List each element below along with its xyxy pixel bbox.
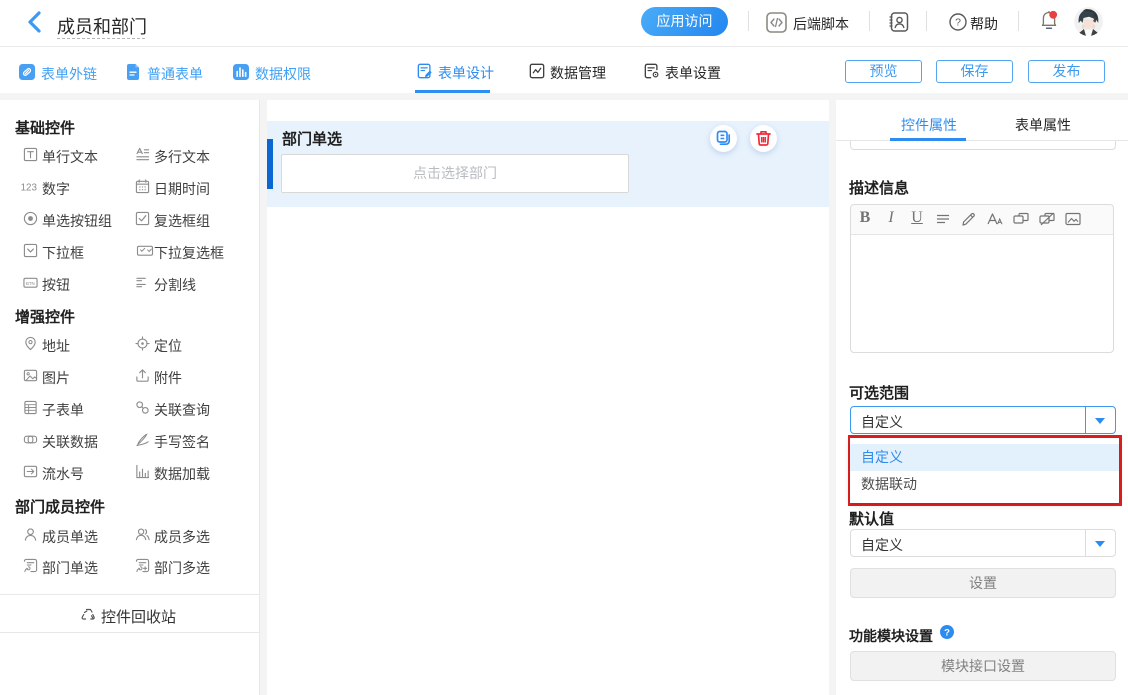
svg-text:BTN: BTN (26, 281, 35, 286)
svg-text:123: 123 (21, 183, 38, 194)
svg-text:?: ? (944, 628, 950, 639)
svg-text:?: ? (955, 17, 961, 29)
